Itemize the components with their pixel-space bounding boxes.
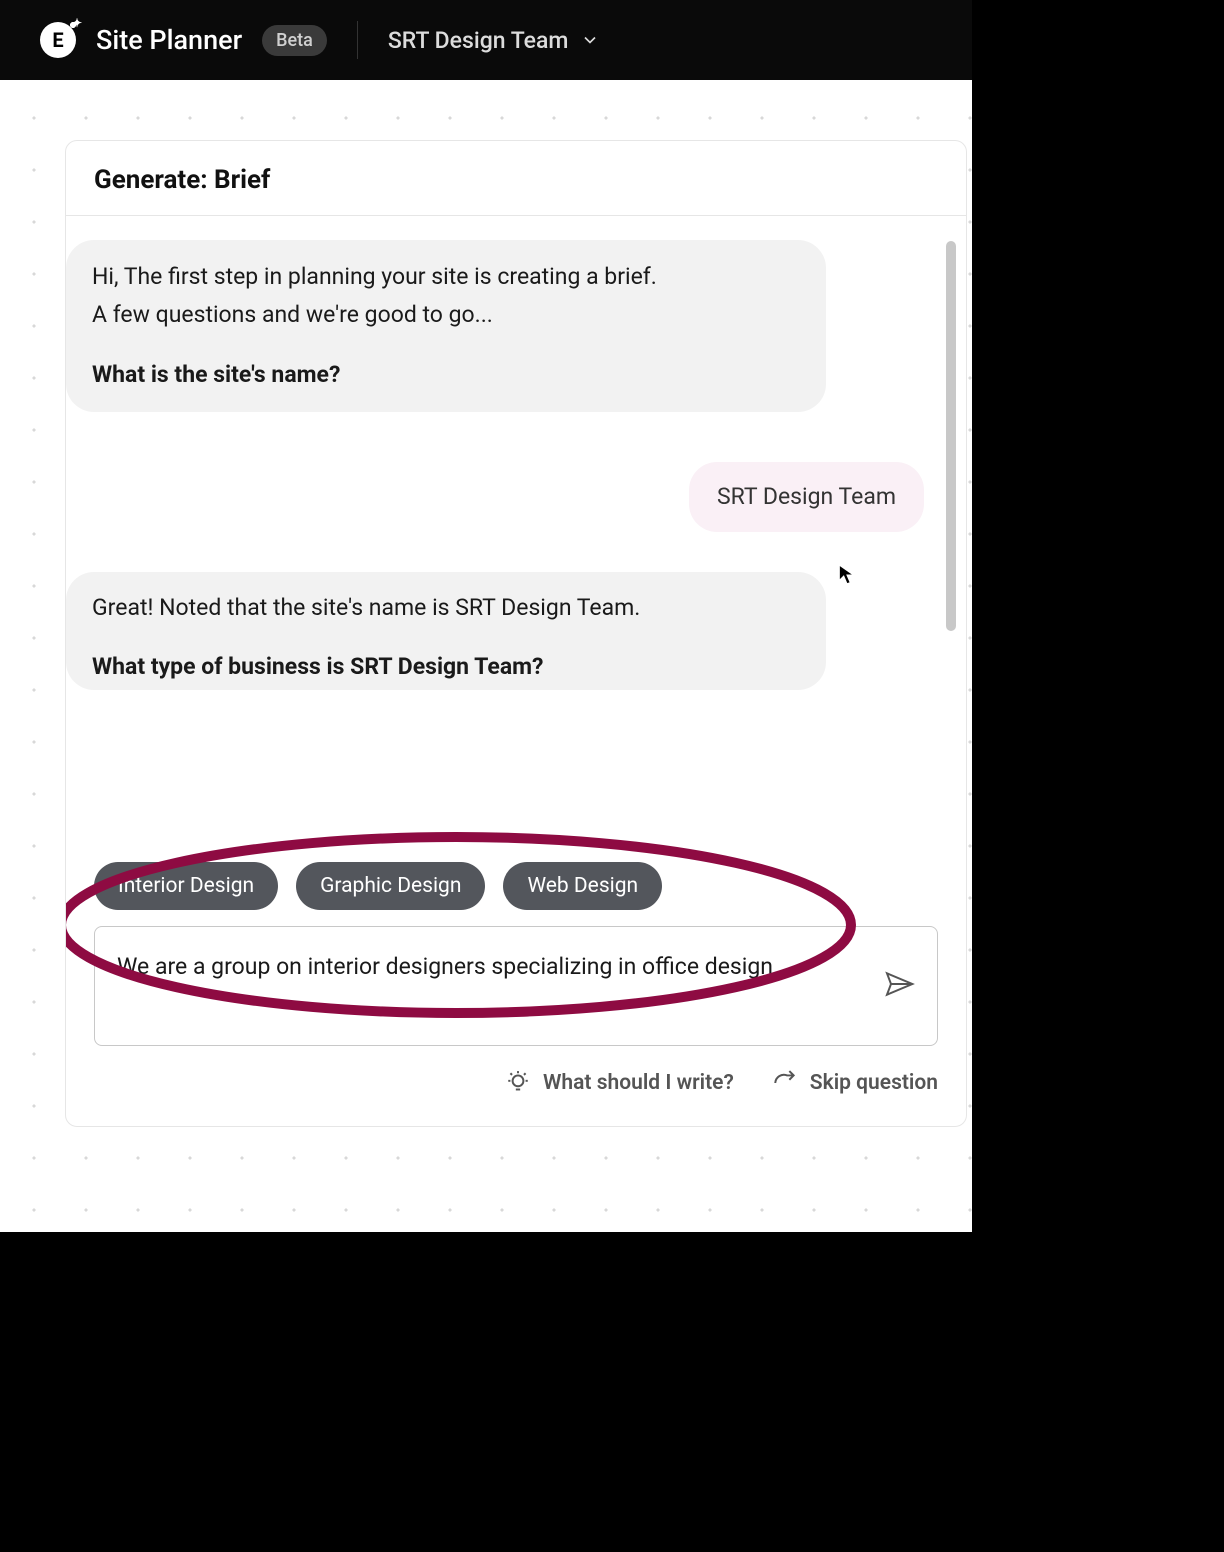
- chip-graphic-design[interactable]: Graphic Design: [296, 862, 485, 910]
- chevron-down-icon: [580, 30, 600, 50]
- hint-label: What should I write?: [543, 1071, 734, 1095]
- mouse-cursor-icon: [838, 564, 856, 590]
- panel-title: Generate: Brief: [66, 141, 966, 216]
- hint-button[interactable]: What should I write?: [505, 1070, 734, 1096]
- footer-actions: What should I write? Skip question: [94, 1070, 938, 1096]
- message-input[interactable]: We are a group on interior designers spe…: [117, 949, 847, 986]
- app-logo-icon: E✦: [40, 22, 76, 58]
- canvas: Generate: Brief Hi, The first step in pl…: [0, 80, 972, 1232]
- team-name: SRT Design Team: [388, 27, 569, 54]
- team-dropdown[interactable]: SRT Design Team: [388, 27, 601, 54]
- chat-scroll[interactable]: Hi, The first step in planning your site…: [66, 216, 966, 862]
- beta-badge: Beta: [262, 25, 327, 56]
- app-header: E✦ Site Planner Beta SRT Design Team: [0, 0, 972, 80]
- ai-message-line: Great! Noted that the site's name is SRT…: [92, 590, 800, 627]
- ai-message-1: Hi, The first step in planning your site…: [66, 240, 826, 412]
- user-message-1: SRT Design Team: [689, 462, 924, 532]
- chip-web-design[interactable]: Web Design: [503, 862, 662, 910]
- ai-question: What type of business is SRT Design Team…: [92, 649, 800, 686]
- ai-message-2: Great! Noted that the site's name is SRT…: [66, 572, 826, 690]
- scrollbar-thumb[interactable]: [946, 241, 956, 631]
- lightbulb-icon: [505, 1070, 531, 1096]
- ai-message-line: Hi, The first step in planning your site…: [92, 258, 800, 296]
- header-divider: [357, 21, 358, 59]
- send-icon: [883, 968, 915, 1000]
- app-title: Site Planner: [96, 24, 242, 56]
- message-input-box[interactable]: We are a group on interior designers spe…: [94, 926, 938, 1046]
- skip-arrow-icon: [772, 1070, 798, 1096]
- suggestion-chips: Interior Design Graphic Design Web Desig…: [94, 862, 938, 910]
- skip-button[interactable]: Skip question: [772, 1070, 938, 1096]
- ai-message-line: A few questions and we're good to go...: [92, 296, 800, 334]
- chip-interior-design[interactable]: Interior Design: [94, 862, 278, 910]
- generate-brief-panel: Generate: Brief Hi, The first step in pl…: [65, 140, 967, 1127]
- send-button[interactable]: [883, 968, 915, 1004]
- skip-label: Skip question: [810, 1071, 938, 1095]
- chat-area: Hi, The first step in planning your site…: [66, 216, 966, 862]
- ai-question: What is the site's name?: [92, 356, 800, 394]
- input-section: Interior Design Graphic Design Web Desig…: [66, 862, 966, 1126]
